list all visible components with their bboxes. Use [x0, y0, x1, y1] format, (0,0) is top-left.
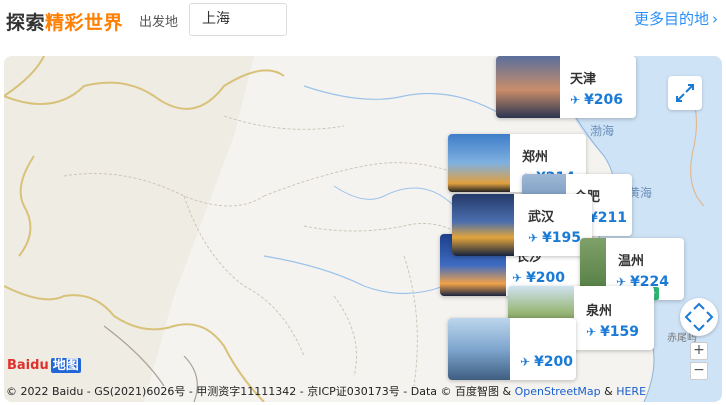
sea-label-bohai: 渤海 [590, 124, 615, 138]
baidu-map-logo: Baidu 地图 [7, 354, 81, 373]
baidu-logo-text: Baidu [7, 358, 49, 373]
destination-city: 温州 [618, 254, 645, 269]
destination-city: 郑州 [522, 150, 549, 165]
destination-photo [496, 56, 560, 118]
openstreetmap-link[interactable]: OpenStreetMap [515, 385, 601, 398]
destination-city: 天津 [570, 72, 597, 87]
fullscreen-button[interactable] [668, 76, 702, 110]
plane-icon: ✈ [570, 93, 581, 107]
title-part-explore: 探索 [6, 12, 46, 34]
departure-label: 出发地 [139, 15, 179, 30]
destination-photo [452, 194, 514, 256]
plane-icon: ✈ [512, 271, 523, 285]
destination-price: ✈ ¥200 [512, 270, 566, 286]
destination-city: 武汉 [528, 210, 555, 225]
destination-price: ✈ ¥195 [528, 230, 582, 246]
map-copyright: © 2022 Baidu - GS(2021)6026号 - 甲测资字11111… [6, 383, 646, 399]
zoom-out-button[interactable]: − [690, 362, 708, 380]
page-title: 探索精彩世界 [6, 8, 123, 35]
departure-input[interactable]: 上海 [189, 3, 287, 36]
expand-icon [676, 84, 694, 102]
copyright-text: © 2022 Baidu - GS(2021)6026号 - 甲测资字11111… [6, 385, 512, 398]
destination-card-xiamen[interactable]: 厦门 ✈ ¥200 [448, 318, 576, 380]
destination-city: 厦门 [520, 334, 547, 349]
pan-arrows-icon [684, 302, 714, 332]
pan-control[interactable] [680, 298, 718, 336]
destination-card-tianjin[interactable]: 天津 ✈ ¥206 [496, 56, 636, 118]
here-link[interactable]: HERE [616, 385, 646, 398]
more-destinations-label: 更多目的地 [633, 10, 709, 28]
destination-map[interactable]: 渤海 黄海 海 赤尾屿 天津 ✈¥206 郑州 ✈¥214 合肥 ✈¥211 长… [4, 56, 722, 402]
destination-photo [448, 134, 510, 192]
zoom-in-button[interactable]: + [690, 342, 708, 360]
more-destinations-link[interactable]: 更多目的地 › [634, 8, 718, 29]
plane-icon: ✈ [520, 355, 531, 369]
plane-icon: ✈ [586, 325, 597, 339]
destination-card-wuhan[interactable]: 武汉 ✈ ¥195 [452, 194, 592, 256]
destination-price: ✈ ¥200 [520, 354, 574, 370]
baidu-logo-map-text: 地图 [50, 358, 81, 373]
destination-photo [448, 318, 510, 380]
destination-city: 泉州 [586, 304, 613, 319]
title-part-world: 精彩世界 [45, 12, 124, 34]
destination-price: ✈ ¥159 [586, 324, 640, 340]
header: 探索精彩世界 出发地 上海 更多目的地 › [0, 0, 726, 44]
chevron-right-icon: › [712, 10, 718, 28]
plane-icon: ✈ [528, 231, 539, 245]
destination-price: ✈ ¥206 [570, 92, 624, 108]
copyright-separator: & [604, 385, 613, 398]
